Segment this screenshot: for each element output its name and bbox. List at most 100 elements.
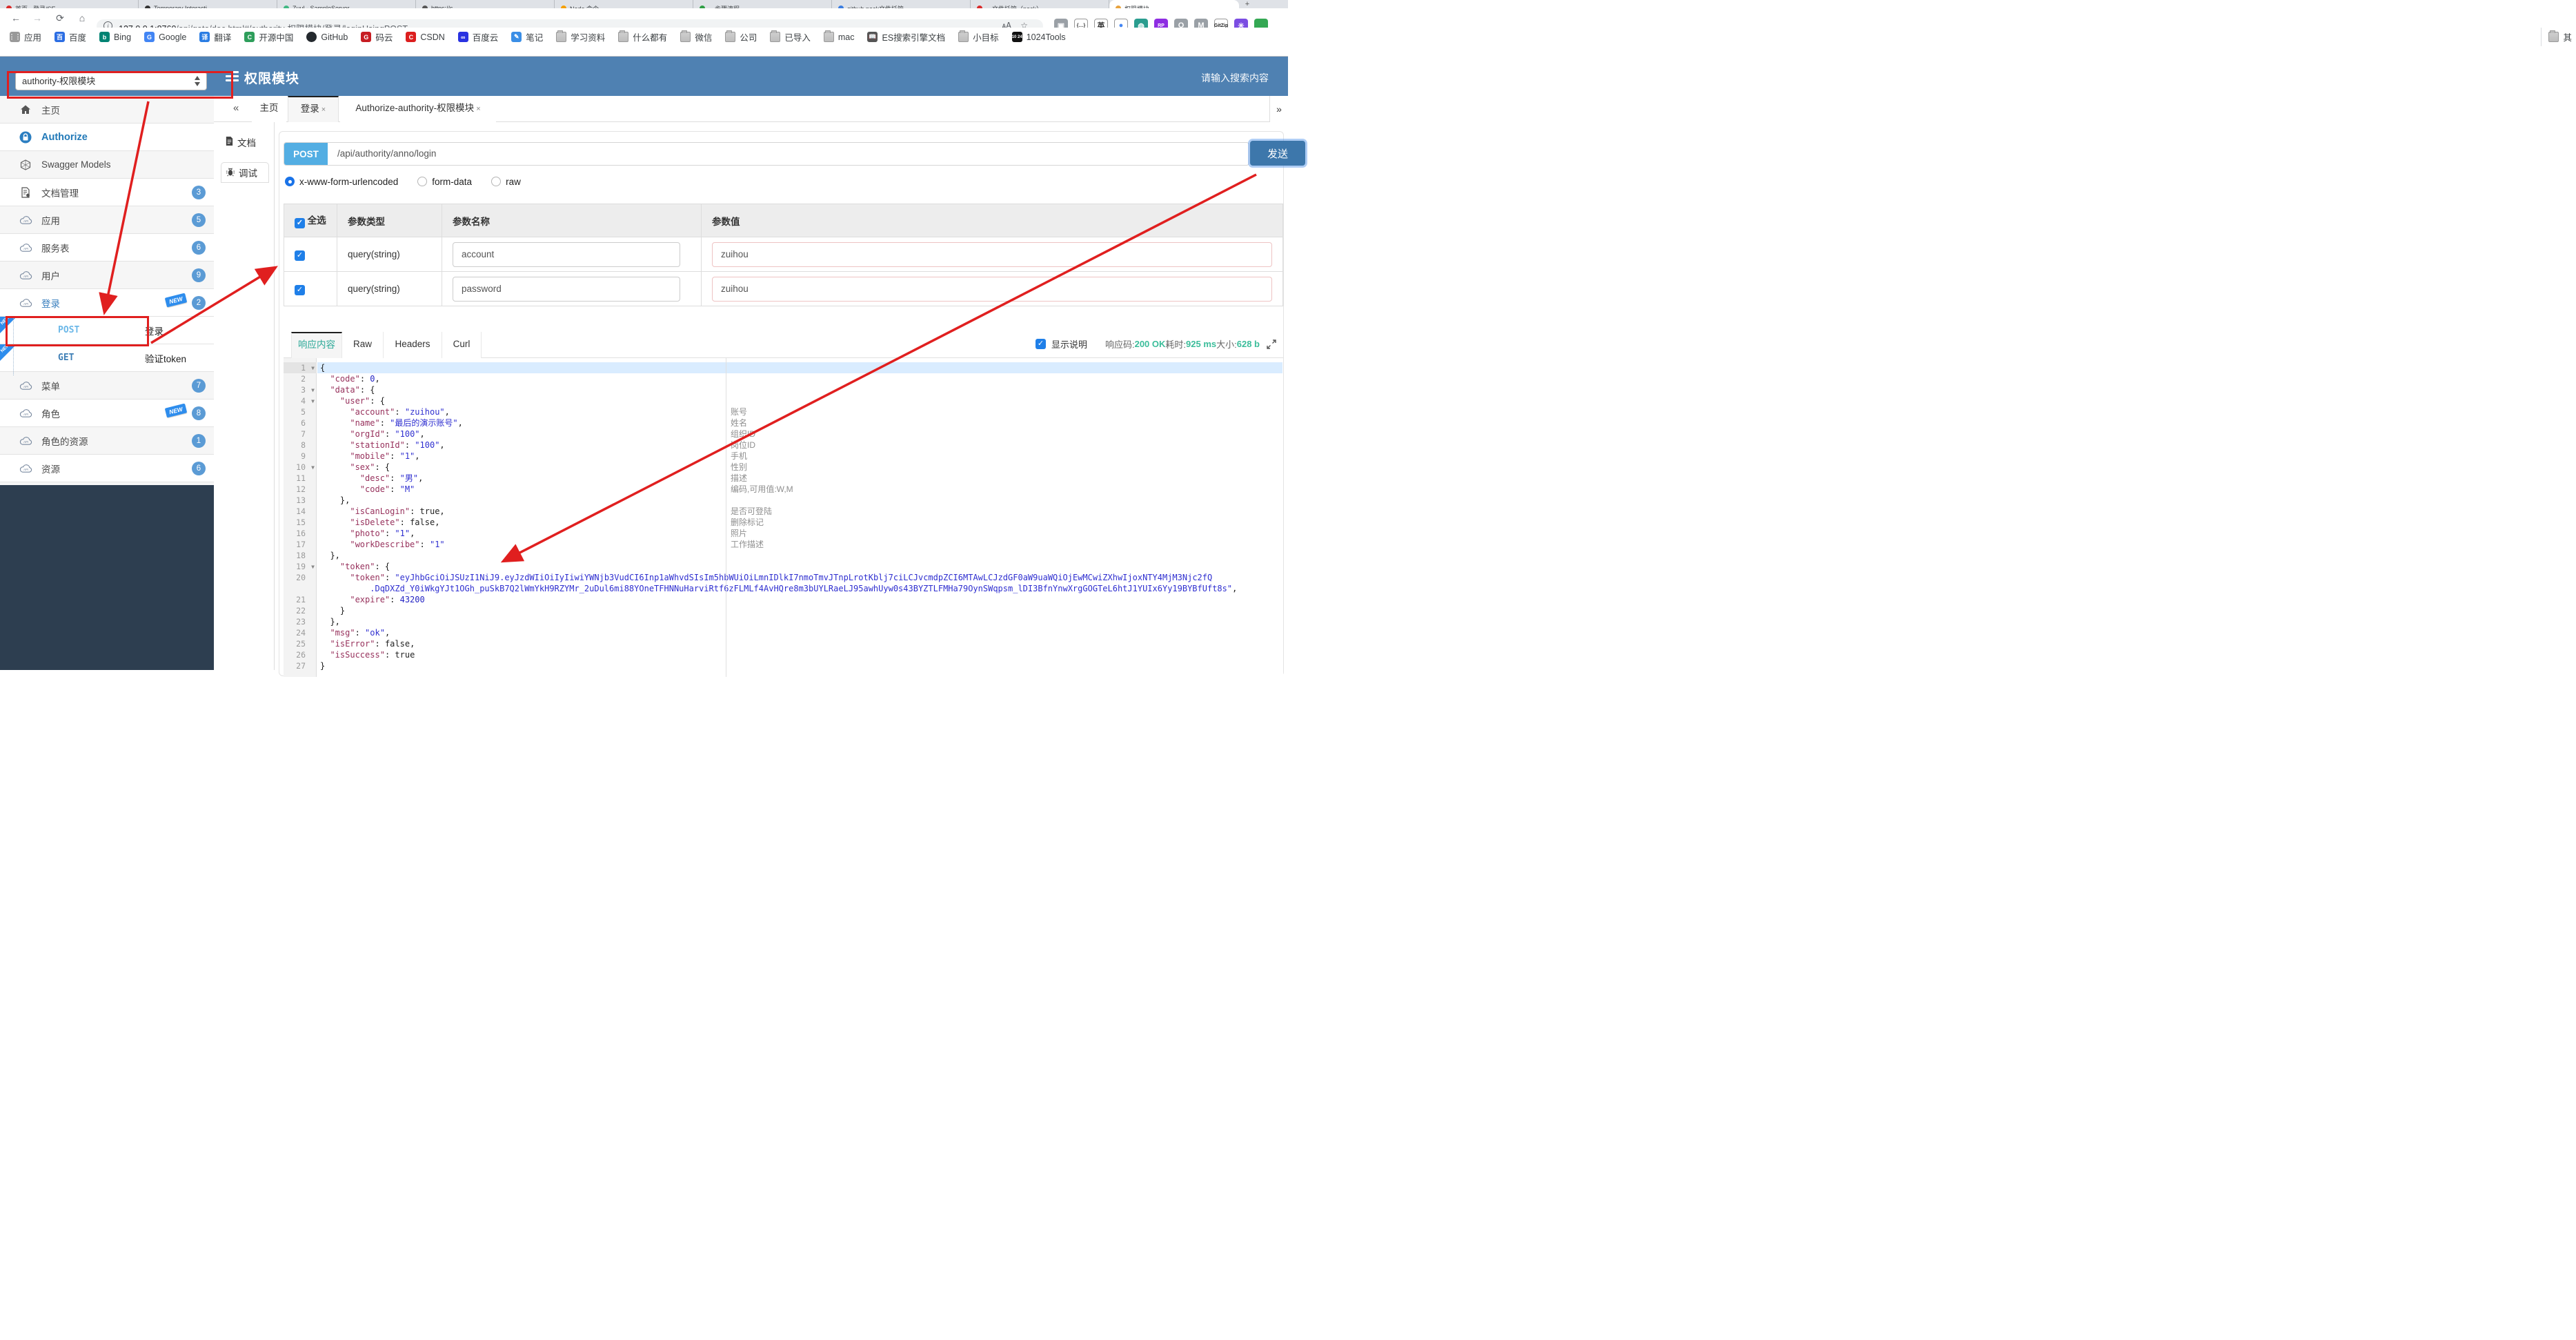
bookmark-note[interactable]: ✎ 笔记 (511, 30, 543, 43)
back-icon[interactable]: ← (8, 10, 23, 26)
search-input[interactable]: 请输入搜索内容 (1201, 71, 1269, 85)
line-number: 6 (301, 418, 306, 428)
sidebar-item-角色[interactable]: API 角色 NEW 8 (0, 400, 214, 427)
bookmark-apps-grid[interactable]: ⋮⋮ 应用 (9, 30, 41, 43)
token-s: "ok" (365, 628, 385, 638)
expand-icon[interactable] (1267, 339, 1276, 349)
response-tab-Curl[interactable]: Curl (442, 332, 482, 358)
browser-tab[interactable]: https://s… (416, 0, 555, 8)
code-line: "code": 0, (317, 373, 379, 384)
token-p: : (404, 440, 415, 450)
sidebar-item-菜单[interactable]: API 菜单 7 (0, 372, 214, 400)
content-type-radio-form-data[interactable] (417, 177, 428, 186)
bookmark-oschina[interactable]: C 开源中国 (244, 30, 293, 43)
sidebar-endpoint-验证token[interactable]: NEW GET 验证token (0, 343, 214, 372)
bookmarks-overflow[interactable]: 其 (2541, 28, 2576, 46)
close-tab-icon[interactable]: × (321, 106, 326, 114)
bookmark-folder[interactable]: 学习资料 (556, 30, 605, 43)
response-tab-响应内容[interactable]: 响应内容 (291, 332, 342, 358)
param-checkbox[interactable]: ✓ (295, 285, 305, 295)
bookmark-csdn[interactable]: C CSDN (406, 32, 445, 42)
browser-tab-active[interactable]: 权限模块 (1109, 0, 1239, 8)
response-tab-Raw[interactable]: Raw (342, 332, 384, 358)
fold-arrow-icon[interactable]: ▼ (311, 363, 315, 374)
bookmark-google[interactable]: G Google (144, 32, 186, 42)
bookmark-label: 百度云 (472, 33, 499, 43)
param-checkbox[interactable]: ✓ (295, 250, 305, 261)
browser-tab[interactable]: Zuul - SampleServer… (277, 0, 416, 8)
param-value-input[interactable] (712, 276, 1272, 302)
code-line: }, (317, 616, 340, 627)
count-badge: 1 (192, 434, 206, 448)
content-type-radio-x-www-form-urlencoded[interactable] (285, 177, 295, 186)
bookmark-folder[interactable]: mac (823, 30, 854, 42)
sidebar-item-角色的资源[interactable]: API 角色的资源 1 (0, 427, 214, 455)
bookmark-translate[interactable]: 译翻译 (199, 30, 231, 43)
sidebar-item-服务表[interactable]: API 服务表 6 (0, 234, 214, 262)
bookmark-folder[interactable]: 微信 (680, 30, 712, 43)
browser-tab[interactable]: github pack文件托管… (832, 0, 971, 8)
close-tab-icon[interactable]: × (476, 105, 480, 113)
side-tab-文档[interactable]: 文档 (221, 132, 269, 152)
param-name-input[interactable] (453, 242, 680, 267)
bookmark-bing[interactable]: b Bing (99, 32, 131, 42)
content-type-radio-raw[interactable] (491, 177, 502, 186)
sidebar-item-主页[interactable]: 主页 (0, 96, 214, 124)
param-name-input[interactable] (453, 276, 680, 302)
reload-icon[interactable]: ⟳ (52, 10, 68, 26)
page-title: 权限模块 (244, 72, 300, 86)
side-tab-调试[interactable]: 调试 (221, 162, 269, 183)
code-line: "mobile": "1", (317, 451, 419, 462)
bookmark-folder[interactable]: 什么都有 (618, 30, 667, 43)
token-p (320, 462, 350, 472)
browser-tab[interactable]: Temporary Interacti… (139, 0, 277, 8)
show-desc-checkbox[interactable]: ✓ (1035, 339, 1046, 349)
token-p: : (410, 506, 420, 516)
sidebar-item-文档管理[interactable]: 文档管理 3 (0, 179, 214, 206)
fold-arrow-icon[interactable]: ▼ (311, 562, 315, 573)
sidebar-item-用户[interactable]: API 用户 9 (0, 262, 214, 289)
token-p: , (410, 639, 415, 649)
bookmark-baidu[interactable]: 百百度 (55, 30, 86, 43)
browser-tab[interactable]: …步骤流程… (693, 0, 832, 8)
response-body-viewer[interactable]: 1 ▼ 2 3 ▼ 4 ▼ 5 6 7 8 9 10 ▼ 11 12 13 14 15 16 17 18 19 ▼ 20 21 22… (284, 358, 1283, 677)
bookmark-baidu-cloud[interactable]: ∞ 百度云 (457, 30, 499, 43)
fold-arrow-icon[interactable]: ▼ (311, 396, 315, 407)
param-select-cell: ✓ (284, 237, 337, 272)
token-n: 43200 (399, 595, 425, 604)
bookmark-book[interactable]: 📖 ES搜索引擎文档 (867, 30, 945, 43)
bookmark-gitee[interactable]: G 码云 (361, 30, 393, 43)
home-icon[interactable]: ⌂ (75, 10, 90, 26)
bookmark-github[interactable]: GitHub (306, 32, 348, 42)
code-line: "msg": "ok", (317, 627, 390, 638)
select-all-checkbox[interactable]: ✓ (295, 218, 305, 228)
browser-tab[interactable]: 首页 - 登录/SE… (0, 0, 139, 8)
sidebar-item-Swagger Models[interactable]: Swagger Models (0, 151, 214, 179)
field-annotation: 岗位ID (731, 440, 756, 450)
response-tab-Headers[interactable]: Headers (384, 332, 442, 358)
sidebar-item-资源[interactable]: API 资源 6 (0, 455, 214, 482)
collapse-tabs-icon[interactable]: « (233, 102, 239, 114)
bookmark-folder[interactable]: 已导入 (770, 30, 811, 43)
page-tab-登录[interactable]: 登录 × (288, 96, 339, 122)
sidebar-item-登录[interactable]: API 登录 NEW 2 (0, 289, 214, 317)
browser-tab[interactable]: …文件托管（pack）… (971, 0, 1109, 8)
page-tab-主页[interactable]: 主页 (252, 96, 286, 122)
bookmark-ten24[interactable]: 10 24 1024Tools (1011, 32, 1066, 42)
browser-tab[interactable]: Node 命令… (555, 0, 693, 8)
sidebar-item-应用[interactable]: API 应用 5 (0, 206, 214, 234)
sidebar-item-label: 服务表 (41, 243, 70, 254)
sidebar-item-Authorize[interactable]: Authorize (0, 124, 214, 151)
fold-arrow-icon[interactable]: ▼ (311, 462, 315, 473)
param-value-input[interactable] (712, 242, 1272, 267)
new-tab-button[interactable]: + (1239, 0, 1256, 8)
line-number: 20 (296, 573, 306, 582)
bookmark-folder[interactable]: 小目标 (958, 30, 999, 43)
token-p: }, (320, 617, 340, 627)
send-request-button[interactable]: 发送 (1250, 141, 1305, 166)
page-tab-Authorize-authority-权限模块[interactable]: Authorize-authority-权限模块 × (340, 96, 496, 122)
fold-arrow-icon[interactable]: ▼ (311, 385, 315, 396)
tabs-overflow-icon[interactable]: » (1269, 96, 1288, 122)
forward-icon[interactable]: → (30, 10, 45, 26)
bookmark-folder[interactable]: 公司 (725, 30, 757, 43)
